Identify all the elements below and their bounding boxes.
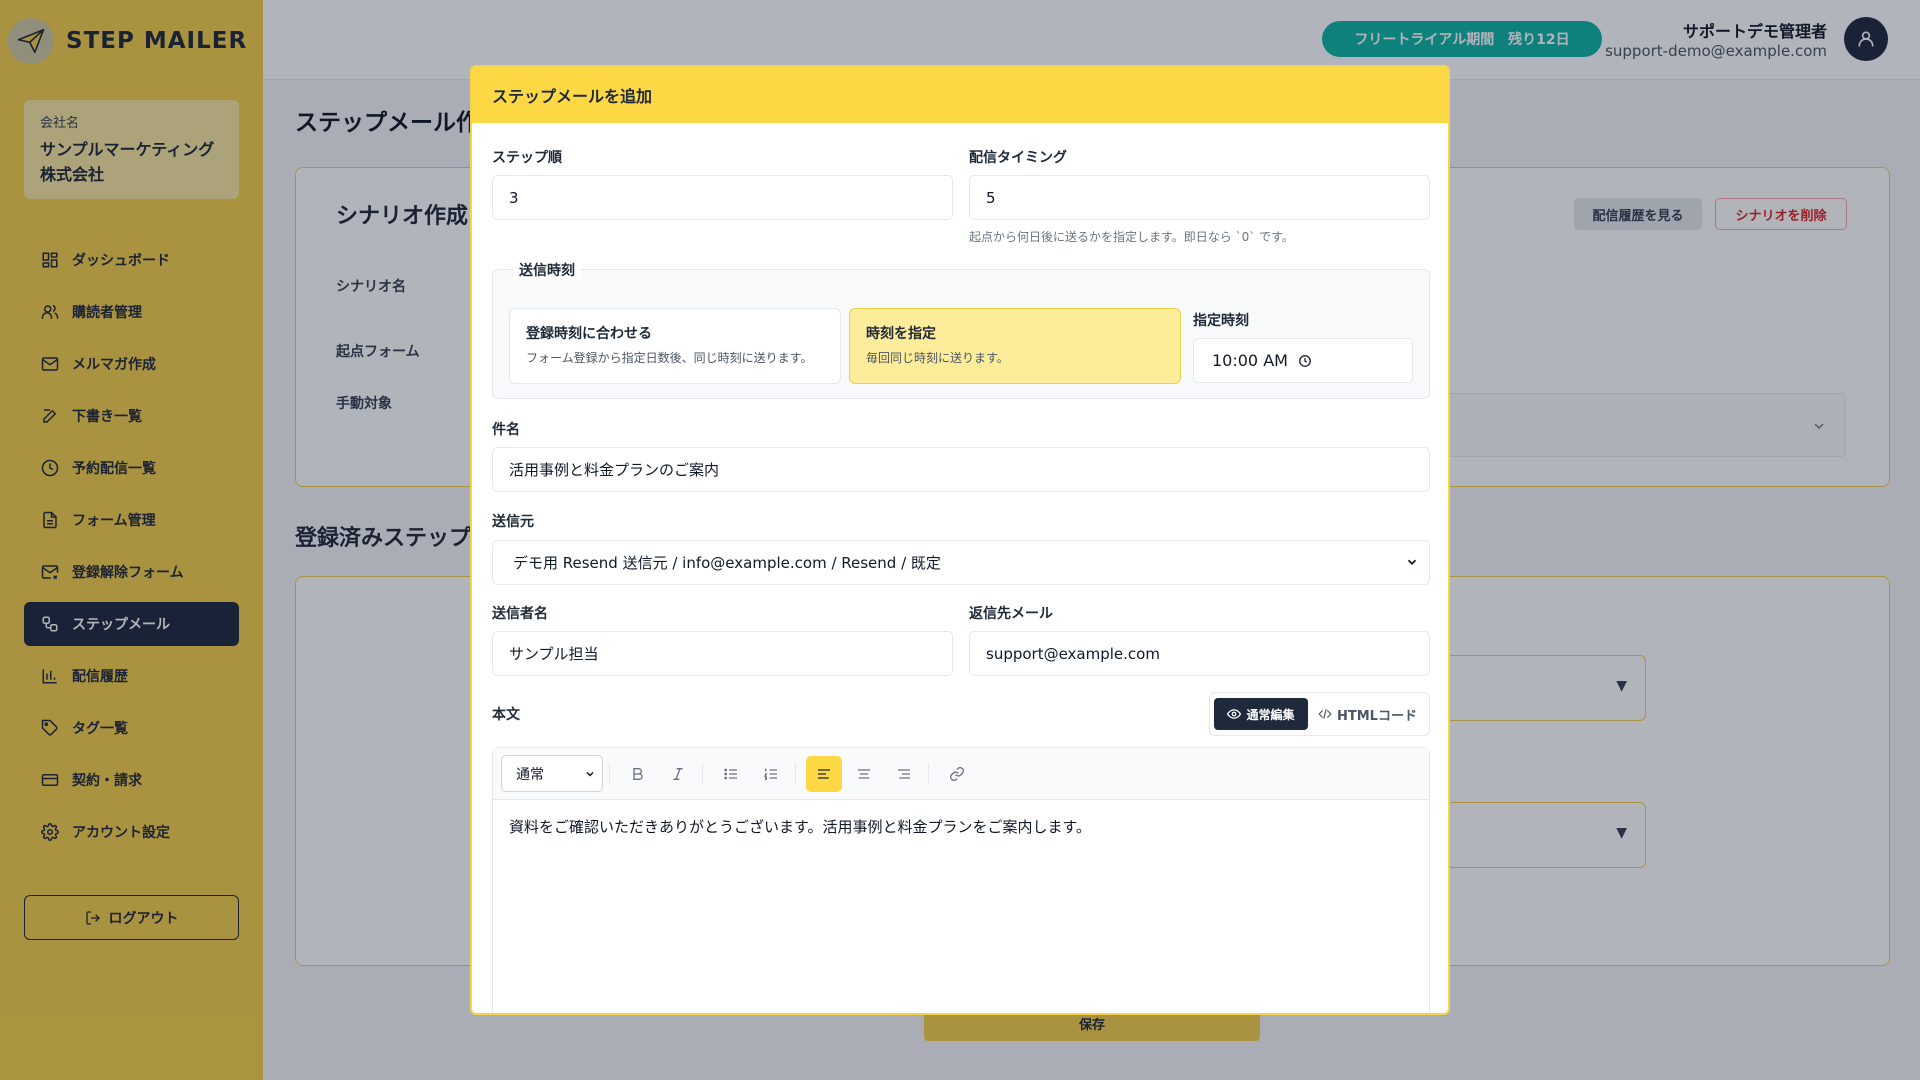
subject-label: 件名 bbox=[492, 422, 520, 438]
step-order-label: ステップ順 bbox=[492, 150, 562, 166]
timing-input[interactable]: 5 bbox=[969, 175, 1430, 220]
italic-button[interactable] bbox=[660, 756, 696, 792]
align-center-icon bbox=[858, 768, 870, 779]
fixed-time-label: 指定時刻 bbox=[1193, 313, 1249, 329]
html-code-label: HTMLコード bbox=[1337, 708, 1417, 724]
editor-content[interactable]: 資料をご確認いただきありがとうございます。活用事例と料金プランをご案内します。 bbox=[493, 800, 1429, 853]
editor-mode-toggle: 通常編集 HTMLコード bbox=[1209, 692, 1430, 736]
option-title: 時刻を指定 bbox=[866, 326, 936, 342]
sender-label: 送信元 bbox=[492, 514, 534, 530]
align-left-button[interactable] bbox=[806, 755, 842, 792]
bullet-list-icon bbox=[724, 768, 737, 779]
toolbar-divider bbox=[928, 762, 929, 785]
fixed-time-input[interactable]: 10:00 AM bbox=[1193, 338, 1413, 383]
timing-hint: 起点から何日後に送るかを指定します。即日なら `0` です。 bbox=[969, 230, 1294, 244]
timing-label: 配信タイミング bbox=[969, 150, 1067, 166]
align-center-button[interactable] bbox=[846, 756, 882, 792]
chevron-down-icon bbox=[1407, 559, 1417, 565]
fixed-time-value: 10:00 AM bbox=[1212, 351, 1288, 370]
sender-name-label: 送信者名 bbox=[492, 606, 548, 622]
send-time-fieldset: 送信時刻 登録時刻に合わせる フォーム登録から指定日数後、同じ時刻に送ります。 … bbox=[492, 260, 1430, 399]
clock-icon[interactable] bbox=[1298, 354, 1312, 368]
bold-button[interactable] bbox=[620, 756, 656, 792]
bullet-list-button[interactable] bbox=[713, 756, 749, 792]
format-select[interactable]: 通常 bbox=[501, 755, 603, 792]
italic-icon bbox=[673, 767, 683, 780]
add-step-mail-modal: ステップメールを追加 ステップ順 3 配信タイミング 5 起点から何日後に送るか… bbox=[470, 65, 1450, 1015]
numbered-list-icon bbox=[763, 768, 777, 780]
align-left-icon bbox=[818, 768, 830, 779]
normal-edit-button[interactable]: 通常編集 bbox=[1214, 698, 1308, 730]
toolbar-divider bbox=[609, 762, 610, 785]
option-match-registration-time[interactable]: 登録時刻に合わせる フォーム登録から指定日数後、同じ時刻に送ります。 bbox=[509, 308, 841, 384]
html-code-button[interactable]: HTMLコード bbox=[1318, 698, 1417, 730]
body-label: 本文 bbox=[492, 707, 520, 723]
toolbar-divider bbox=[795, 762, 796, 785]
bold-icon bbox=[633, 767, 643, 780]
align-right-icon bbox=[898, 768, 910, 779]
step-order-input[interactable]: 3 bbox=[492, 175, 953, 220]
sender-name-input[interactable]: サンプル担当 bbox=[492, 631, 953, 676]
format-select-value: 通常 bbox=[516, 766, 544, 783]
toolbar-divider bbox=[702, 762, 703, 785]
reply-to-label: 返信先メール bbox=[969, 606, 1053, 622]
numbered-list-button[interactable] bbox=[753, 756, 789, 792]
chevron-down-icon bbox=[586, 771, 594, 777]
rich-text-editor: 通常 資料をご確認いただきありがとうございます。活用事例と料金プランをご案内しま… bbox=[492, 747, 1430, 1013]
sender-select[interactable]: デモ用 Resend 送信元 / info@example.com / Rese… bbox=[492, 540, 1430, 585]
sender-select-value: デモ用 Resend 送信元 / info@example.com / Rese… bbox=[513, 554, 941, 572]
option-desc: 毎回同じ時刻に送ります。 bbox=[866, 351, 1009, 365]
code-icon bbox=[1318, 709, 1332, 719]
option-title: 登録時刻に合わせる bbox=[526, 326, 652, 342]
align-right-button[interactable] bbox=[886, 756, 922, 792]
eye-icon bbox=[1227, 709, 1242, 719]
option-desc: フォーム登録から指定日数後、同じ時刻に送ります。 bbox=[526, 351, 813, 365]
link-icon bbox=[950, 766, 964, 781]
modal-title: ステップメールを追加 bbox=[472, 67, 1448, 123]
send-time-legend: 送信時刻 bbox=[513, 260, 581, 280]
link-button[interactable] bbox=[939, 756, 975, 792]
option-fixed-time[interactable]: 時刻を指定 毎回同じ時刻に送ります。 bbox=[849, 308, 1181, 384]
editor-toolbar: 通常 bbox=[493, 748, 1429, 800]
subject-input[interactable]: 活用事例と料金プランのご案内 bbox=[492, 447, 1430, 492]
reply-to-input[interactable]: support@example.com bbox=[969, 631, 1430, 676]
normal-edit-label: 通常編集 bbox=[1246, 707, 1295, 722]
